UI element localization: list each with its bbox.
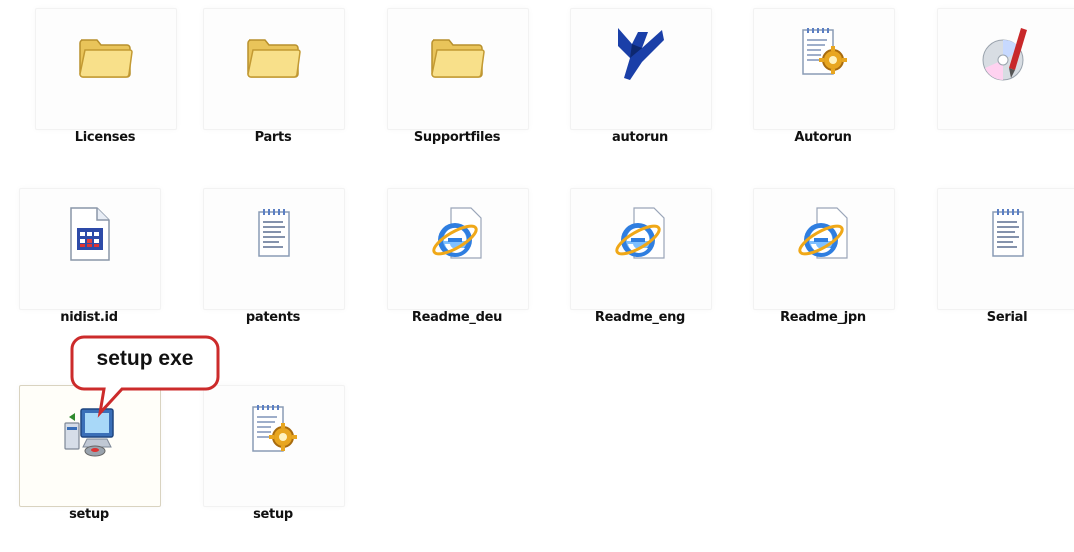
file-cd[interactable] (932, 8, 1074, 158)
file-label: setup (69, 507, 109, 522)
file-readme-eng[interactable]: Readme_eng (565, 188, 715, 338)
internet-explorer-icon (425, 202, 489, 266)
setup-callout: setup exe (70, 335, 220, 418)
file-autorun-exe[interactable]: autorun (565, 8, 715, 158)
file-supportfiles[interactable]: Supportfiles (382, 8, 532, 158)
callout-text: setup exe (96, 347, 194, 370)
file-label: Serial (986, 310, 1028, 325)
setup-info-icon (241, 399, 305, 463)
file-licenses[interactable]: Licenses (30, 8, 180, 158)
notepad-icon (241, 202, 305, 266)
calendar-document-icon (57, 202, 121, 266)
setup-info-icon (791, 22, 855, 86)
file-nidist[interactable]: nidist.id (14, 188, 164, 338)
file-label: Parts (254, 130, 292, 145)
internet-explorer-icon (608, 202, 672, 266)
folder-icon (425, 22, 489, 86)
file-label: nidist.id (60, 310, 118, 325)
file-patents[interactable]: patents (198, 188, 348, 338)
ni-logo-icon (608, 22, 672, 86)
file-label: Autorun (794, 130, 852, 145)
notepad-icon (975, 202, 1039, 266)
file-label: Supportfiles (413, 130, 501, 145)
folder-icon (73, 22, 137, 86)
file-readme-deu[interactable]: Readme_deu (382, 188, 532, 338)
internet-explorer-icon (791, 202, 855, 266)
cd-icon (975, 22, 1039, 86)
file-readme-jpn[interactable]: Readme_jpn (748, 188, 898, 338)
file-serial[interactable]: Serial (932, 188, 1074, 338)
file-setup-ini[interactable]: setup (198, 385, 348, 535)
file-label: Readme_eng (594, 310, 686, 325)
file-parts[interactable]: Parts (198, 8, 348, 158)
file-label: autorun (612, 130, 668, 145)
file-label: Licenses (74, 130, 136, 145)
folder-icon (241, 22, 305, 86)
file-label: patents (245, 310, 301, 325)
file-autorun-inf[interactable]: Autorun (748, 8, 898, 158)
file-label: setup (253, 507, 293, 522)
file-label: Readme_jpn (780, 310, 866, 325)
file-label: Readme_deu (411, 310, 503, 325)
